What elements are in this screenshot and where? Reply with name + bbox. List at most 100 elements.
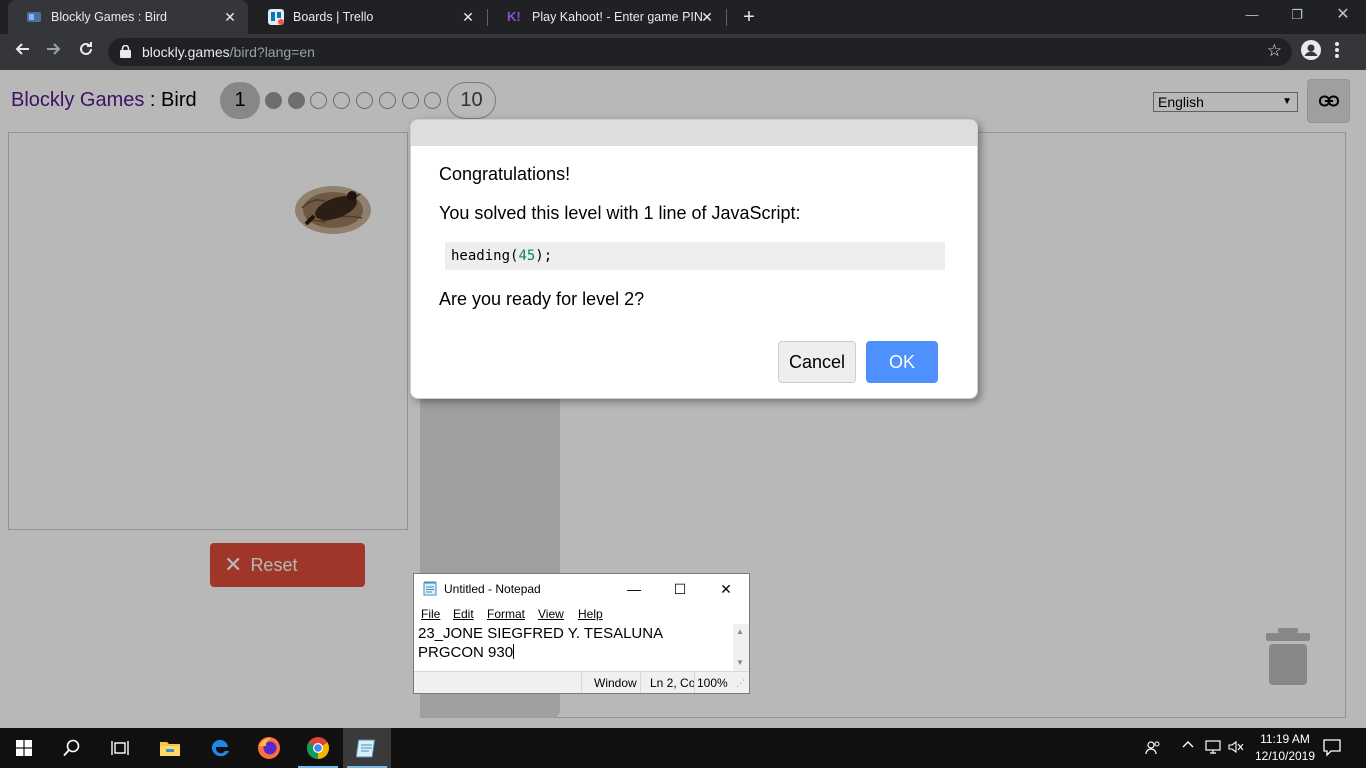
back-icon[interactable]: [10, 40, 34, 64]
text-line-2-wrap: PRGCON 930: [418, 643, 733, 662]
restore-icon[interactable]: ❐: [1274, 0, 1320, 30]
close-window-icon[interactable]: ✕: [1320, 0, 1366, 30]
code-argument: 45: [518, 248, 536, 264]
tab-close-icon[interactable]: ✕: [222, 9, 238, 25]
action-center-icon[interactable]: [1322, 737, 1342, 762]
browser-toolbar: blockly.games/bird?lang=en ☆: [0, 34, 1366, 70]
resize-grip-icon[interactable]: ⋰: [736, 678, 745, 689]
menu-file-label: File: [421, 607, 441, 621]
windows-logo-icon: [16, 740, 32, 756]
menu-view[interactable]: View: [538, 607, 564, 621]
tab-title: Blockly Games : Bird: [51, 10, 168, 24]
blockly-favicon-icon: [26, 9, 42, 25]
clock-time: 11:19 AM: [1260, 732, 1310, 746]
chrome-button[interactable]: [294, 728, 342, 768]
folder-icon: [160, 742, 180, 756]
lock-icon: [120, 44, 131, 63]
network-icon[interactable]: [1205, 740, 1221, 757]
status-divider: [640, 672, 641, 693]
menu-format[interactable]: Format: [487, 607, 525, 621]
show-hidden-icons-icon[interactable]: [1182, 738, 1194, 754]
congratulations-dialog: Congratulations! You solved this level w…: [410, 119, 978, 399]
scroll-down-icon[interactable]: ▼: [736, 658, 744, 667]
dialog-title-bar[interactable]: [411, 120, 977, 146]
menu-view-label: View: [538, 607, 564, 621]
task-view-icon: [111, 741, 129, 755]
code-function: heading(: [451, 248, 519, 264]
bookmark-star-icon[interactable]: ☆: [1267, 41, 1282, 61]
tab-title: Play Kahoot! - Enter game PIN he: [532, 10, 707, 24]
profile-avatar-icon[interactable]: [1301, 40, 1323, 62]
status-position: Ln 2, Co: [650, 676, 696, 690]
solution-code-block: heading(45);: [445, 242, 945, 270]
new-tab-icon[interactable]: +: [738, 5, 760, 29]
vertical-scrollbar[interactable]: ▲ ▼: [733, 624, 749, 671]
status-divider: [581, 672, 582, 693]
notepad-window: Untitled - Notepad — ☐ ✕ File Edit Forma…: [413, 573, 750, 694]
edge-icon: [211, 739, 229, 757]
tab-blockly[interactable]: Blockly Games : Bird ✕: [8, 0, 248, 34]
notepad-text-area[interactable]: 23_JONE SIEGFRED Y. TESALUNA PRGCON 930: [416, 624, 733, 670]
notepad-app-icon: [423, 581, 438, 601]
maximize-icon[interactable]: ☐: [657, 574, 703, 604]
url-path: /bird?lang=en: [229, 44, 315, 60]
text-caret: [513, 644, 515, 659]
menu-edit[interactable]: Edit: [453, 607, 474, 621]
status-divider: [694, 672, 695, 693]
status-eol: Window: [594, 676, 637, 690]
tab-separator: [726, 9, 727, 26]
menu-edit-label: Edit: [453, 607, 474, 621]
firefox-button[interactable]: [245, 728, 293, 768]
notepad-title: Untitled - Notepad: [444, 582, 541, 596]
browser-menu-icon[interactable]: [1335, 41, 1347, 61]
windows-taskbar: 11:19 AM 12/10/2019: [0, 728, 1366, 768]
menu-help[interactable]: Help: [578, 607, 603, 621]
people-icon[interactable]: [1145, 740, 1161, 759]
browser-tab-strip: Blockly Games : Bird ✕ Boards | Trello ✕…: [0, 0, 1366, 34]
minimize-icon[interactable]: —: [611, 574, 657, 604]
url-host: blockly.games: [142, 44, 230, 60]
tab-kahoot[interactable]: K! Play Kahoot! - Enter game PIN he ✕: [489, 0, 725, 34]
notepad-taskbar-button[interactable]: [343, 728, 391, 768]
chrome-icon: [307, 737, 329, 759]
system-clock[interactable]: 11:19 AM 12/10/2019: [1250, 731, 1320, 765]
cancel-button[interactable]: Cancel: [778, 341, 856, 383]
reload-icon[interactable]: [74, 40, 98, 64]
ok-button[interactable]: OK: [866, 341, 938, 383]
tab-close-icon[interactable]: ✕: [460, 9, 476, 25]
menu-format-label: Format: [487, 607, 526, 621]
forward-icon[interactable]: [42, 40, 66, 64]
trello-favicon-icon: [268, 9, 284, 25]
address-bar[interactable]: blockly.games/bird?lang=en ☆: [108, 38, 1292, 66]
status-zoom: 100%: [697, 676, 728, 690]
text-line-2: PRGCON 930: [418, 644, 514, 661]
tab-close-icon[interactable]: ✕: [699, 9, 715, 25]
tab-title: Boards | Trello: [293, 10, 374, 24]
notepad-title-bar[interactable]: Untitled - Notepad — ☐ ✕: [414, 574, 749, 604]
minimize-icon[interactable]: —: [1229, 0, 1275, 30]
search-icon: [63, 739, 80, 757]
url-text: blockly.games/bird?lang=en: [142, 44, 315, 60]
dialog-solved-text: You solved this level with 1 line of Jav…: [439, 203, 801, 223]
kahoot-favicon-icon: K!: [507, 9, 521, 24]
firefox-icon: [258, 737, 280, 759]
tab-separator: [487, 9, 488, 26]
menu-help-label: Help: [578, 607, 603, 621]
text-line-1: 23_JONE SIEGFRED Y. TESALUNA: [418, 625, 664, 642]
code-end: );: [535, 248, 553, 264]
tab-trello[interactable]: Boards | Trello ✕: [250, 0, 486, 34]
clock-date: 12/10/2019: [1254, 749, 1316, 763]
close-icon[interactable]: ✕: [703, 574, 749, 604]
scroll-up-icon[interactable]: ▲: [736, 627, 744, 636]
start-button[interactable]: [0, 728, 48, 768]
search-button[interactable]: [48, 728, 96, 768]
dialog-heading: Congratulations!: [439, 164, 571, 184]
notepad-status-bar: Window Ln 2, Co 100% ⋰: [414, 671, 749, 693]
edge-browser-button[interactable]: [196, 728, 244, 768]
file-explorer-button[interactable]: [146, 728, 194, 768]
dialog-question: Are you ready for level 2?: [439, 289, 645, 309]
task-view-button[interactable]: [96, 728, 144, 768]
menu-file[interactable]: File: [421, 607, 440, 621]
notepad-icon: [356, 739, 376, 758]
volume-muted-icon[interactable]: [1228, 740, 1244, 757]
